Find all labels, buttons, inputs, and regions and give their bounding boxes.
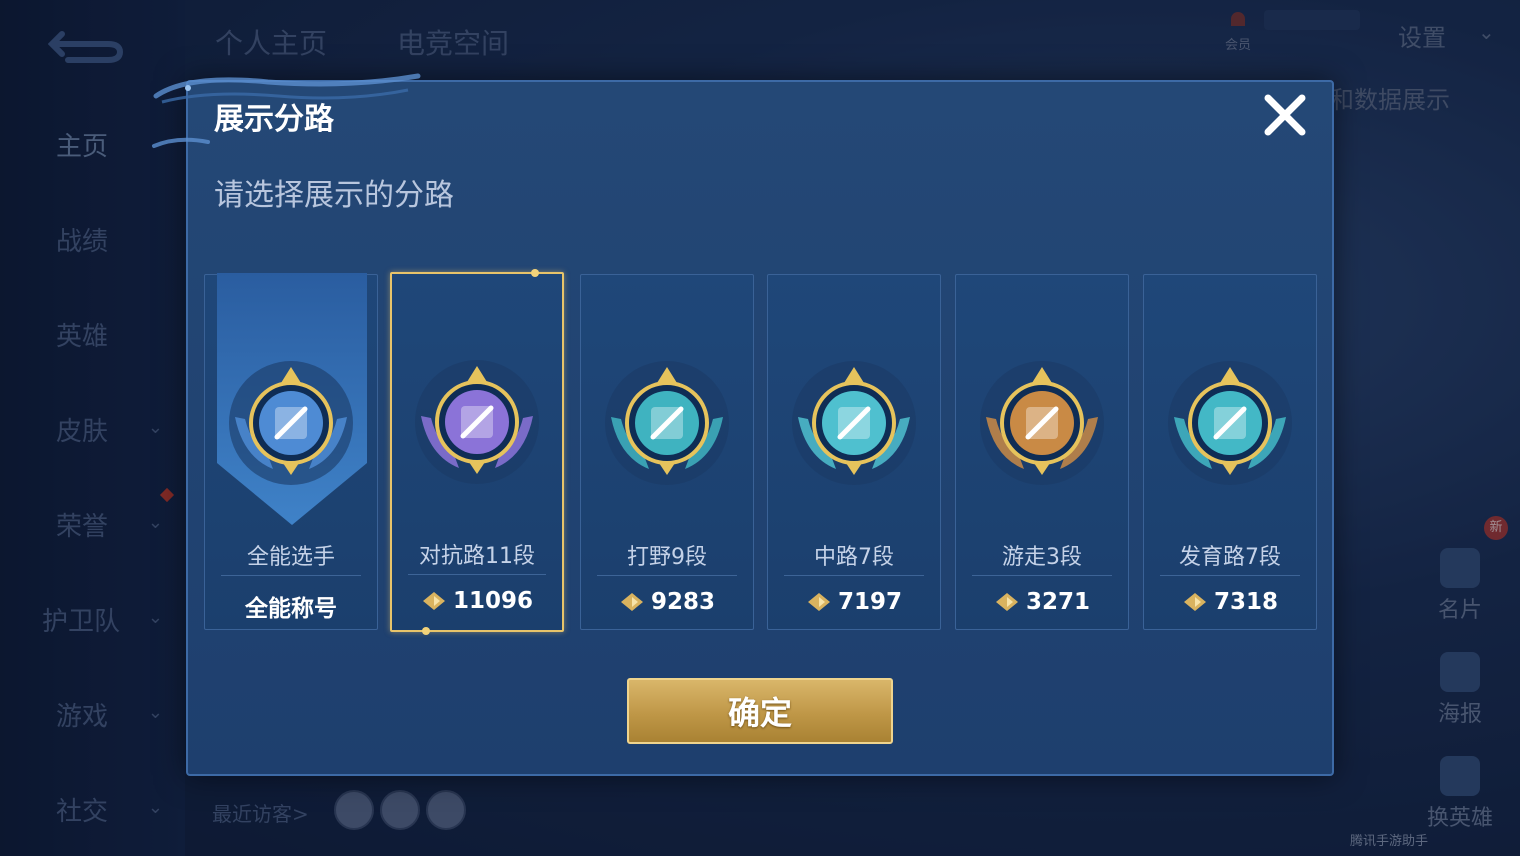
points-icon [422, 592, 445, 610]
lane-score: 3271 [956, 589, 1128, 615]
clash-lane-badge-icon [415, 360, 539, 484]
dialog-title: 展示分路 [214, 102, 334, 137]
score-value: 9283 [650, 589, 715, 615]
points-icon [807, 593, 830, 611]
score-value: 7318 [1213, 589, 1278, 615]
lane-card[interactable]: 发育路7段 7318 [1143, 274, 1317, 630]
mid-lane-badge-icon [792, 361, 916, 485]
lane-score: 7318 [1144, 589, 1316, 615]
lane-card[interactable]: 游走3段 3271 [955, 274, 1129, 630]
lane-card[interactable]: 全能选手 全能称号 [204, 273, 378, 630]
confirm-label: 确定 [727, 694, 792, 732]
divider [221, 575, 361, 576]
lane-card[interactable]: 对抗路11段 11096 [390, 269, 564, 635]
lane-rank-label: 发育路7段 [1179, 545, 1281, 570]
title-text: 全能称号 [245, 596, 337, 622]
divider [408, 574, 546, 575]
lane-rank-label: 中路7段 [814, 545, 894, 570]
divider [784, 575, 924, 576]
roam-badge-icon [980, 361, 1104, 485]
lane-card[interactable]: 中路7段 7197 [767, 274, 941, 630]
score-value: 7197 [837, 589, 902, 615]
divider [1160, 575, 1300, 576]
divider [972, 575, 1112, 576]
points-icon [1183, 593, 1206, 611]
lane-rank-label: 游走3段 [1002, 545, 1082, 570]
lane-rank-label: 打野9段 [627, 545, 707, 570]
selection-corner-dot [531, 269, 539, 277]
lane-card[interactable]: 打野9段 9283 [580, 274, 754, 630]
selection-corner-dot [422, 627, 430, 635]
close-icon[interactable] [1262, 92, 1308, 138]
score-value: 3271 [1025, 589, 1090, 615]
jungle-badge-icon [605, 361, 729, 485]
lane-rank-label: 对抗路11段 [419, 544, 535, 569]
dialog-subtitle: 请选择展示的分路 [214, 178, 454, 213]
lane-score: 7197 [768, 589, 940, 615]
points-icon [620, 593, 643, 611]
title-label: 全能称号 [205, 589, 377, 623]
lane-rank-label: 全能选手 [246, 545, 335, 570]
points-icon [995, 593, 1018, 611]
confirm-button[interactable]: 确定 [627, 678, 893, 744]
lane-score: 11096 [392, 588, 562, 614]
score-value: 11096 [452, 588, 534, 614]
farm-lane-badge-icon [1168, 361, 1292, 485]
all-round-badge-icon [229, 361, 353, 485]
lane-score: 9283 [581, 589, 753, 615]
divider [597, 575, 737, 576]
